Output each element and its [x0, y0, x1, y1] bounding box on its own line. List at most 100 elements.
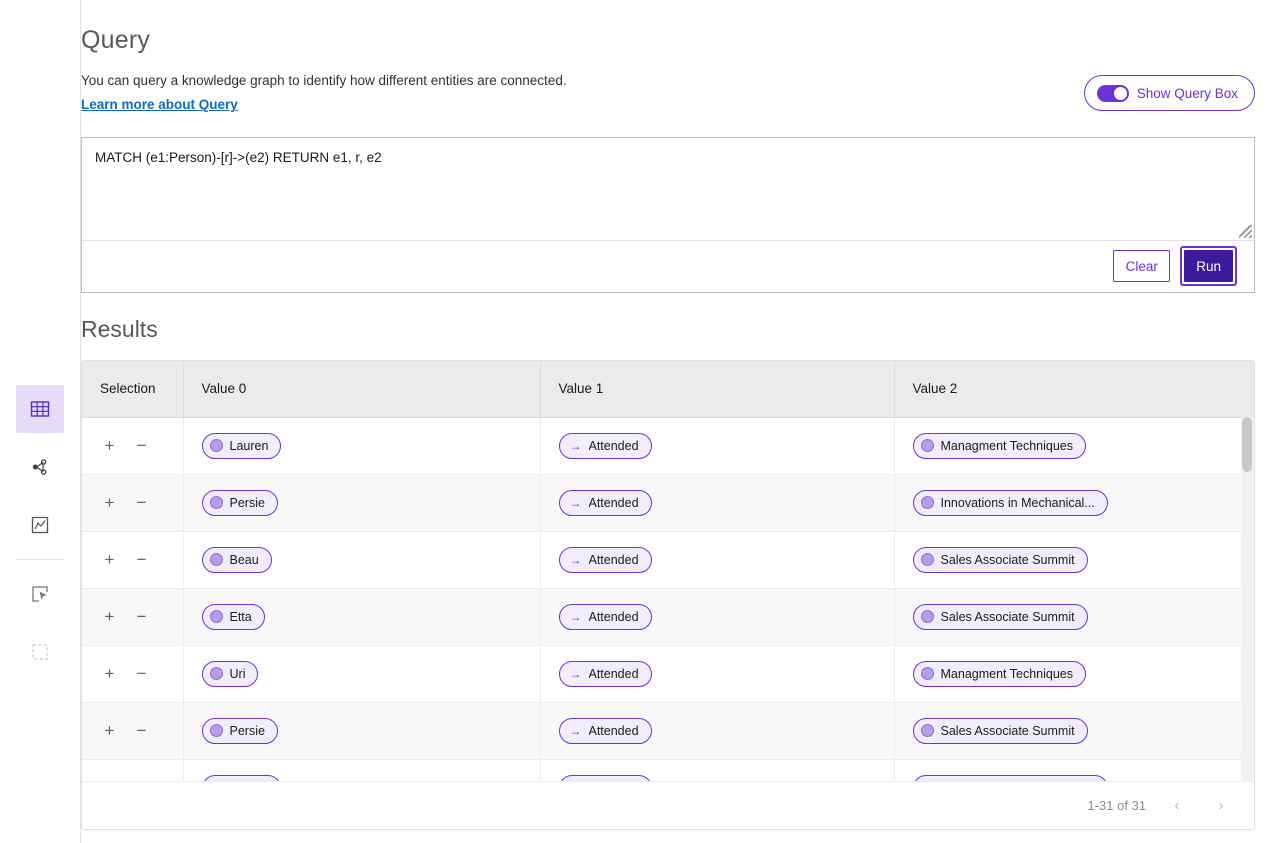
selection-cell: +− [82, 702, 184, 760]
remove-row-button[interactable]: − [135, 551, 148, 568]
resize-handle[interactable] [1239, 225, 1252, 238]
value-0-cell: Persie [183, 474, 541, 532]
entity-chip[interactable]: Uri [201, 660, 259, 687]
entity-dot-icon [209, 724, 223, 737]
map-pointer-icon [30, 584, 50, 604]
value-2-cell: Managment Techniques [894, 645, 1254, 703]
results-footer: 1-31 of 31 ‹ › [82, 781, 1254, 829]
show-query-box-toggle[interactable]: Show Query Box [1083, 75, 1255, 111]
query-page: Query You can query a knowledge graph to… [0, 0, 1269, 843]
chip-label: Lauren [229, 438, 269, 453]
add-row-button[interactable]: + [103, 665, 116, 682]
selection-cell: +− [82, 531, 184, 589]
arrow-right-icon: → [569, 666, 582, 681]
arrow-right-icon: → [569, 552, 582, 567]
sidebar-item-selection-view[interactable] [16, 628, 64, 676]
entity-chip[interactable]: Sales Associate Summit [912, 546, 1088, 573]
results-title: Results [81, 316, 158, 342]
rail-divider [16, 559, 64, 560]
sidebar-item-map-view[interactable] [16, 570, 64, 618]
value-2-cell: Innovations in Mechanical... [894, 759, 1254, 783]
chip-label: Beau [229, 552, 259, 567]
arrow-right-icon: → [569, 609, 582, 624]
table-row: + − Uri → Attended Managment Techniques [82, 645, 1254, 703]
table-row: + − Persie → Attended Sales Associate Summit [82, 702, 1254, 760]
entity-chip[interactable]: Lauren [201, 432, 282, 459]
previous-page-button[interactable]: ‹ [1164, 793, 1190, 819]
chip-label: Innovations in Mechanical... [940, 495, 1095, 510]
add-row-button[interactable]: + [103, 494, 116, 511]
value-0-cell: Uri [183, 645, 541, 703]
relationship-chip[interactable]: → Attended [558, 660, 652, 687]
relationship-chip[interactable]: → Attended [558, 489, 652, 516]
learn-more-link[interactable]: Learn more about Query [81, 97, 238, 112]
scrollbar-thumb[interactable] [1242, 417, 1252, 472]
value-2-cell: Sales Associate Summit [894, 588, 1254, 646]
next-page-button[interactable]: › [1208, 793, 1234, 819]
clear-button[interactable]: Clear [1113, 250, 1171, 282]
table-icon [30, 399, 50, 419]
value-1-cell: → Attended [540, 702, 895, 760]
results-card: Selection Value 0 Value 1 Value 2 + − Laur… [81, 360, 1255, 830]
entity-chip[interactable]: Innovations in Mechanical... [912, 489, 1108, 516]
chip-label: Etta [229, 609, 252, 624]
sidebar-item-chart-view[interactable] [16, 501, 64, 549]
add-row-button[interactable]: + [103, 551, 116, 568]
value-0-cell: Lauren [183, 759, 541, 783]
add-row-button[interactable]: + [103, 437, 116, 454]
value-0-cell: Beau [183, 531, 541, 589]
chip-label: Sales Associate Summit [940, 723, 1075, 738]
sidebar-item-table-view[interactable] [16, 385, 64, 433]
entity-chip[interactable]: Managment Techniques [912, 660, 1086, 687]
selection-cell: +− [82, 645, 184, 703]
query-input[interactable]: MATCH (e1:Person)-[r]->(e2) RETURN e1, r… [82, 138, 1254, 241]
relationship-chip[interactable]: → Attended [558, 546, 652, 573]
add-row-button[interactable]: + [103, 722, 116, 739]
entity-chip[interactable]: Etta [201, 603, 265, 630]
entity-dot-icon [209, 553, 223, 566]
toggle-switch[interactable] [1096, 84, 1129, 102]
run-button[interactable]: Run [1184, 250, 1233, 282]
relationship-chip[interactable]: → Attended [558, 717, 652, 744]
table-row: + − Etta → Attended Sales Associate Summit [82, 588, 1254, 646]
arrow-right-icon: → [569, 495, 582, 510]
results-scrollbar[interactable] [1241, 417, 1254, 783]
chart-box-icon [30, 515, 50, 535]
remove-row-button[interactable]: − [135, 665, 148, 682]
remove-row-button[interactable]: − [135, 494, 148, 511]
entity-chip[interactable]: Managment Techniques [912, 432, 1086, 459]
entity-chip[interactable]: Persie [201, 489, 278, 516]
entity-dot-icon [920, 667, 934, 680]
chip-label: Attended [588, 666, 639, 681]
value-1-cell: → Attended [540, 645, 895, 703]
arrow-right-icon: → [569, 723, 582, 738]
chip-label: Uri [229, 666, 246, 681]
results-table: Selection Value 0 Value 1 Value 2 + − Laur… [82, 361, 1254, 783]
remove-row-button[interactable]: − [135, 608, 148, 625]
entity-chip[interactable]: Sales Associate Summit [912, 717, 1088, 744]
entity-dot-icon [209, 610, 223, 623]
entity-chip[interactable]: Beau [201, 546, 272, 573]
selection-cell: +− [82, 759, 184, 783]
toggle-label: Show Query Box [1136, 85, 1238, 101]
relationship-chip[interactable]: → Attended [558, 432, 652, 459]
chip-label: Attended [588, 438, 639, 453]
entity-dot-icon [920, 439, 934, 452]
entity-dot-icon [920, 496, 934, 509]
chip-label: Sales Associate Summit [940, 552, 1075, 567]
value-2-cell: Innovations in Mechanical... [894, 474, 1254, 532]
remove-row-button[interactable]: − [135, 722, 148, 739]
add-row-button[interactable]: + [103, 608, 116, 625]
remove-row-button[interactable]: − [135, 437, 148, 454]
entity-dot-icon [209, 667, 223, 680]
relationship-chip[interactable]: → Attended [558, 603, 652, 630]
results-table-scroll: Selection Value 0 Value 1 Value 2 + − Laur… [82, 361, 1254, 783]
chip-label: Persie [229, 495, 265, 510]
table-header-row: Selection Value 0 Value 1 Value 2 [82, 361, 1254, 418]
chip-label: Managment Techniques [940, 438, 1074, 453]
entity-dot-icon [209, 439, 223, 452]
sidebar-item-graph-view[interactable] [16, 443, 64, 491]
value-0-cell: Persie [183, 702, 541, 760]
entity-chip[interactable]: Persie [201, 717, 278, 744]
entity-chip[interactable]: Sales Associate Summit [912, 603, 1088, 630]
